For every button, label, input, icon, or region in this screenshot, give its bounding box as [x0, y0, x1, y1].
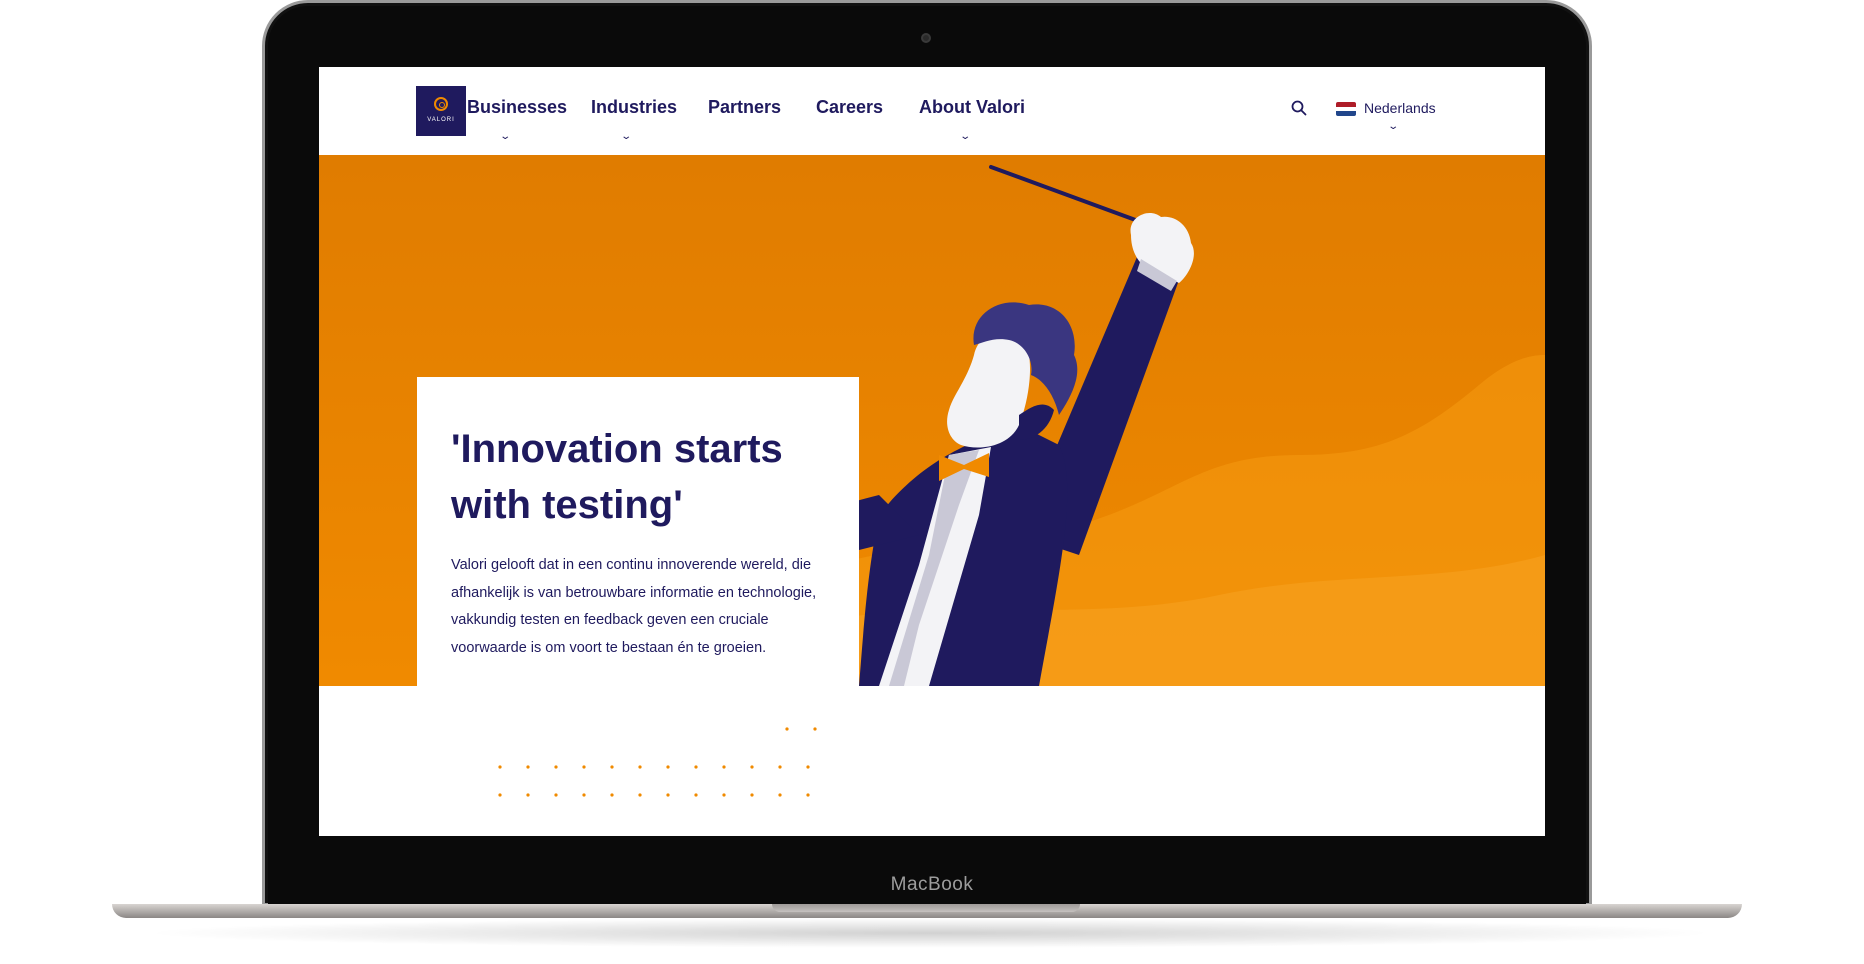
laptop-notch — [772, 904, 1080, 912]
macbook-device: MacBook VALORI Businesses ⌄ Industries ⌄… — [0, 0, 1864, 964]
hero-title: 'Innovation starts with testing' — [451, 427, 783, 527]
hero-card: 'Innovation starts with testing' Valori … — [417, 377, 859, 707]
screen: VALORI Businesses ⌄ Industries ⌄ Partner… — [319, 67, 1545, 836]
laptop-shadow — [140, 918, 1720, 948]
hero-body-text: Valori gelooft dat in een continu innove… — [451, 557, 817, 656]
camera-icon — [921, 33, 931, 43]
device-label: MacBook — [890, 874, 974, 895]
